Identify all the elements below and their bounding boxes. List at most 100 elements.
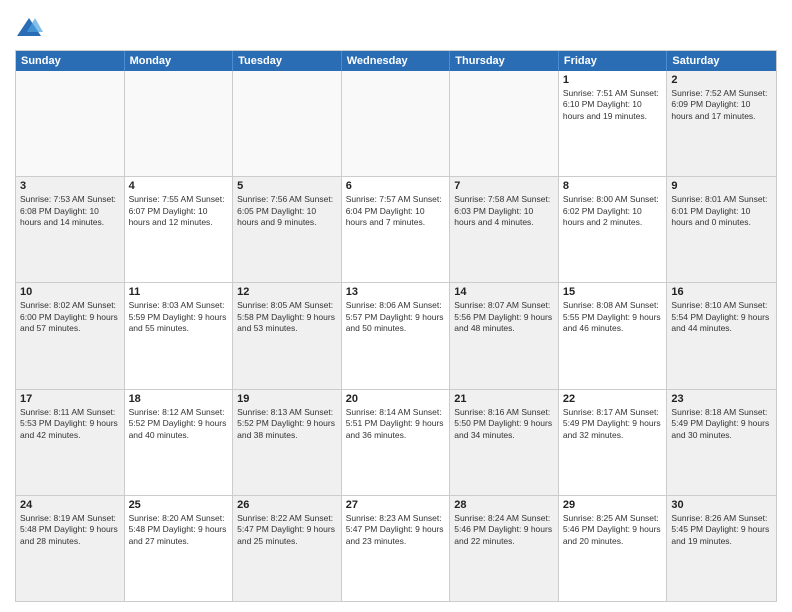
day-number: 20 <box>346 393 446 405</box>
day-number: 21 <box>454 393 554 405</box>
calendar-cell: 9 Sunrise: 8:01 AM Sunset: 6:01 PM Daylig… <box>667 177 776 282</box>
day-number: 6 <box>346 180 446 192</box>
cell-text: Sunrise: 7:53 AM Sunset: 6:08 PM Dayligh… <box>20 194 120 228</box>
calendar-cell: 27 Sunrise: 8:23 AM Sunset: 5:47 PM Dayli… <box>342 496 451 601</box>
cell-text: Sunrise: 7:56 AM Sunset: 6:05 PM Dayligh… <box>237 194 337 228</box>
calendar-cell: 17 Sunrise: 8:11 AM Sunset: 5:53 PM Dayli… <box>16 390 125 495</box>
cell-text: Sunrise: 8:00 AM Sunset: 6:02 PM Dayligh… <box>563 194 663 228</box>
cell-text: Sunrise: 8:22 AM Sunset: 5:47 PM Dayligh… <box>237 513 337 547</box>
calendar-cell: 3 Sunrise: 7:53 AM Sunset: 6:08 PM Daylig… <box>16 177 125 282</box>
cell-text: Sunrise: 8:19 AM Sunset: 5:48 PM Dayligh… <box>20 513 120 547</box>
day-number: 17 <box>20 393 120 405</box>
calendar-cell: 1Sunrise: 7:51 AM Sunset: 6:10 PM Daylig… <box>559 71 668 176</box>
day-number: 3 <box>20 180 120 192</box>
cell-text: Sunrise: 8:24 AM Sunset: 5:46 PM Dayligh… <box>454 513 554 547</box>
cell-text: Sunrise: 8:07 AM Sunset: 5:56 PM Dayligh… <box>454 300 554 334</box>
day-number: 27 <box>346 499 446 511</box>
calendar-cell: 16 Sunrise: 8:10 AM Sunset: 5:54 PM Dayli… <box>667 283 776 388</box>
calendar-row-0: 1Sunrise: 7:51 AM Sunset: 6:10 PM Daylig… <box>16 71 776 176</box>
calendar: SundayMondayTuesdayWednesdayThursdayFrid… <box>15 50 777 602</box>
header-cell-saturday: Saturday <box>667 51 776 71</box>
day-number: 22 <box>563 393 663 405</box>
cell-text: Sunrise: 7:55 AM Sunset: 6:07 PM Dayligh… <box>129 194 229 228</box>
calendar-cell: 4 Sunrise: 7:55 AM Sunset: 6:07 PM Daylig… <box>125 177 234 282</box>
day-number: 18 <box>129 393 229 405</box>
cell-text: Sunrise: 8:20 AM Sunset: 5:48 PM Dayligh… <box>129 513 229 547</box>
day-number: 23 <box>671 393 772 405</box>
cell-text: Sunrise: 8:18 AM Sunset: 5:49 PM Dayligh… <box>671 407 772 441</box>
calendar-cell <box>450 71 559 176</box>
calendar-cell: 30Sunrise: 8:26 AM Sunset: 5:45 PM Dayli… <box>667 496 776 601</box>
calendar-cell: 2Sunrise: 7:52 AM Sunset: 6:09 PM Daylig… <box>667 71 776 176</box>
calendar-cell: 28 Sunrise: 8:24 AM Sunset: 5:46 PM Dayli… <box>450 496 559 601</box>
cell-text: Sunrise: 8:10 AM Sunset: 5:54 PM Dayligh… <box>671 300 772 334</box>
day-number: 1 <box>563 74 663 86</box>
day-number: 29 <box>563 499 663 511</box>
day-number: 5 <box>237 180 337 192</box>
day-number: 16 <box>671 286 772 298</box>
header-cell-sunday: Sunday <box>16 51 125 71</box>
calendar-cell <box>16 71 125 176</box>
calendar-cell <box>342 71 451 176</box>
calendar-cell: 7Sunrise: 7:58 AM Sunset: 6:03 PM Daylig… <box>450 177 559 282</box>
cell-text: Sunrise: 7:57 AM Sunset: 6:04 PM Dayligh… <box>346 194 446 228</box>
logo <box>15 14 47 42</box>
header-cell-wednesday: Wednesday <box>342 51 451 71</box>
day-number: 11 <box>129 286 229 298</box>
calendar-cell: 14 Sunrise: 8:07 AM Sunset: 5:56 PM Dayli… <box>450 283 559 388</box>
header-cell-monday: Monday <box>125 51 234 71</box>
day-number: 9 <box>671 180 772 192</box>
calendar-cell: 11 Sunrise: 8:03 AM Sunset: 5:59 PM Dayli… <box>125 283 234 388</box>
calendar-body: 1Sunrise: 7:51 AM Sunset: 6:10 PM Daylig… <box>16 71 776 601</box>
calendar-cell: 20Sunrise: 8:14 AM Sunset: 5:51 PM Dayli… <box>342 390 451 495</box>
calendar-cell: 26 Sunrise: 8:22 AM Sunset: 5:47 PM Dayli… <box>233 496 342 601</box>
page: SundayMondayTuesdayWednesdayThursdayFrid… <box>0 0 792 612</box>
cell-text: Sunrise: 8:03 AM Sunset: 5:59 PM Dayligh… <box>129 300 229 334</box>
calendar-cell: 29 Sunrise: 8:25 AM Sunset: 5:46 PM Dayli… <box>559 496 668 601</box>
calendar-row-3: 17 Sunrise: 8:11 AM Sunset: 5:53 PM Dayli… <box>16 389 776 495</box>
calendar-cell: 15 Sunrise: 8:08 AM Sunset: 5:55 PM Dayli… <box>559 283 668 388</box>
cell-text: Sunrise: 8:12 AM Sunset: 5:52 PM Dayligh… <box>129 407 229 441</box>
calendar-cell: 6 Sunrise: 7:57 AM Sunset: 6:04 PM Daylig… <box>342 177 451 282</box>
calendar-row-2: 10 Sunrise: 8:02 AM Sunset: 6:00 PM Dayli… <box>16 282 776 388</box>
day-number: 10 <box>20 286 120 298</box>
calendar-cell <box>233 71 342 176</box>
cell-text: Sunrise: 8:25 AM Sunset: 5:46 PM Dayligh… <box>563 513 663 547</box>
calendar-cell: 24Sunrise: 8:19 AM Sunset: 5:48 PM Dayli… <box>16 496 125 601</box>
day-number: 14 <box>454 286 554 298</box>
cell-text: Sunrise: 8:17 AM Sunset: 5:49 PM Dayligh… <box>563 407 663 441</box>
header <box>15 10 777 42</box>
day-number: 26 <box>237 499 337 511</box>
day-number: 8 <box>563 180 663 192</box>
calendar-row-1: 3 Sunrise: 7:53 AM Sunset: 6:08 PM Daylig… <box>16 176 776 282</box>
day-number: 25 <box>129 499 229 511</box>
calendar-cell: 8 Sunrise: 8:00 AM Sunset: 6:02 PM Daylig… <box>559 177 668 282</box>
day-number: 4 <box>129 180 229 192</box>
calendar-cell <box>125 71 234 176</box>
calendar-cell: 12 Sunrise: 8:05 AM Sunset: 5:58 PM Dayli… <box>233 283 342 388</box>
cell-text: Sunrise: 8:11 AM Sunset: 5:53 PM Dayligh… <box>20 407 120 441</box>
calendar-cell: 19Sunrise: 8:13 AM Sunset: 5:52 PM Dayli… <box>233 390 342 495</box>
day-number: 12 <box>237 286 337 298</box>
cell-text: Sunrise: 8:08 AM Sunset: 5:55 PM Dayligh… <box>563 300 663 334</box>
calendar-cell: 21 Sunrise: 8:16 AM Sunset: 5:50 PM Dayli… <box>450 390 559 495</box>
cell-text: Sunrise: 8:23 AM Sunset: 5:47 PM Dayligh… <box>346 513 446 547</box>
calendar-cell: 10 Sunrise: 8:02 AM Sunset: 6:00 PM Dayli… <box>16 283 125 388</box>
day-number: 2 <box>671 74 772 86</box>
cell-text: Sunrise: 8:02 AM Sunset: 6:00 PM Dayligh… <box>20 300 120 334</box>
logo-icon <box>15 14 43 42</box>
cell-text: Sunrise: 7:58 AM Sunset: 6:03 PM Dayligh… <box>454 194 554 228</box>
day-number: 19 <box>237 393 337 405</box>
day-number: 15 <box>563 286 663 298</box>
cell-text: Sunrise: 8:05 AM Sunset: 5:58 PM Dayligh… <box>237 300 337 334</box>
header-cell-friday: Friday <box>559 51 668 71</box>
calendar-cell: 23 Sunrise: 8:18 AM Sunset: 5:49 PM Dayli… <box>667 390 776 495</box>
cell-text: Sunrise: 8:16 AM Sunset: 5:50 PM Dayligh… <box>454 407 554 441</box>
header-cell-thursday: Thursday <box>450 51 559 71</box>
cell-text: Sunrise: 8:01 AM Sunset: 6:01 PM Dayligh… <box>671 194 772 228</box>
day-number: 28 <box>454 499 554 511</box>
calendar-cell: 5 Sunrise: 7:56 AM Sunset: 6:05 PM Daylig… <box>233 177 342 282</box>
calendar-cell: 18 Sunrise: 8:12 AM Sunset: 5:52 PM Dayli… <box>125 390 234 495</box>
header-cell-tuesday: Tuesday <box>233 51 342 71</box>
calendar-cell: 13Sunrise: 8:06 AM Sunset: 5:57 PM Dayli… <box>342 283 451 388</box>
